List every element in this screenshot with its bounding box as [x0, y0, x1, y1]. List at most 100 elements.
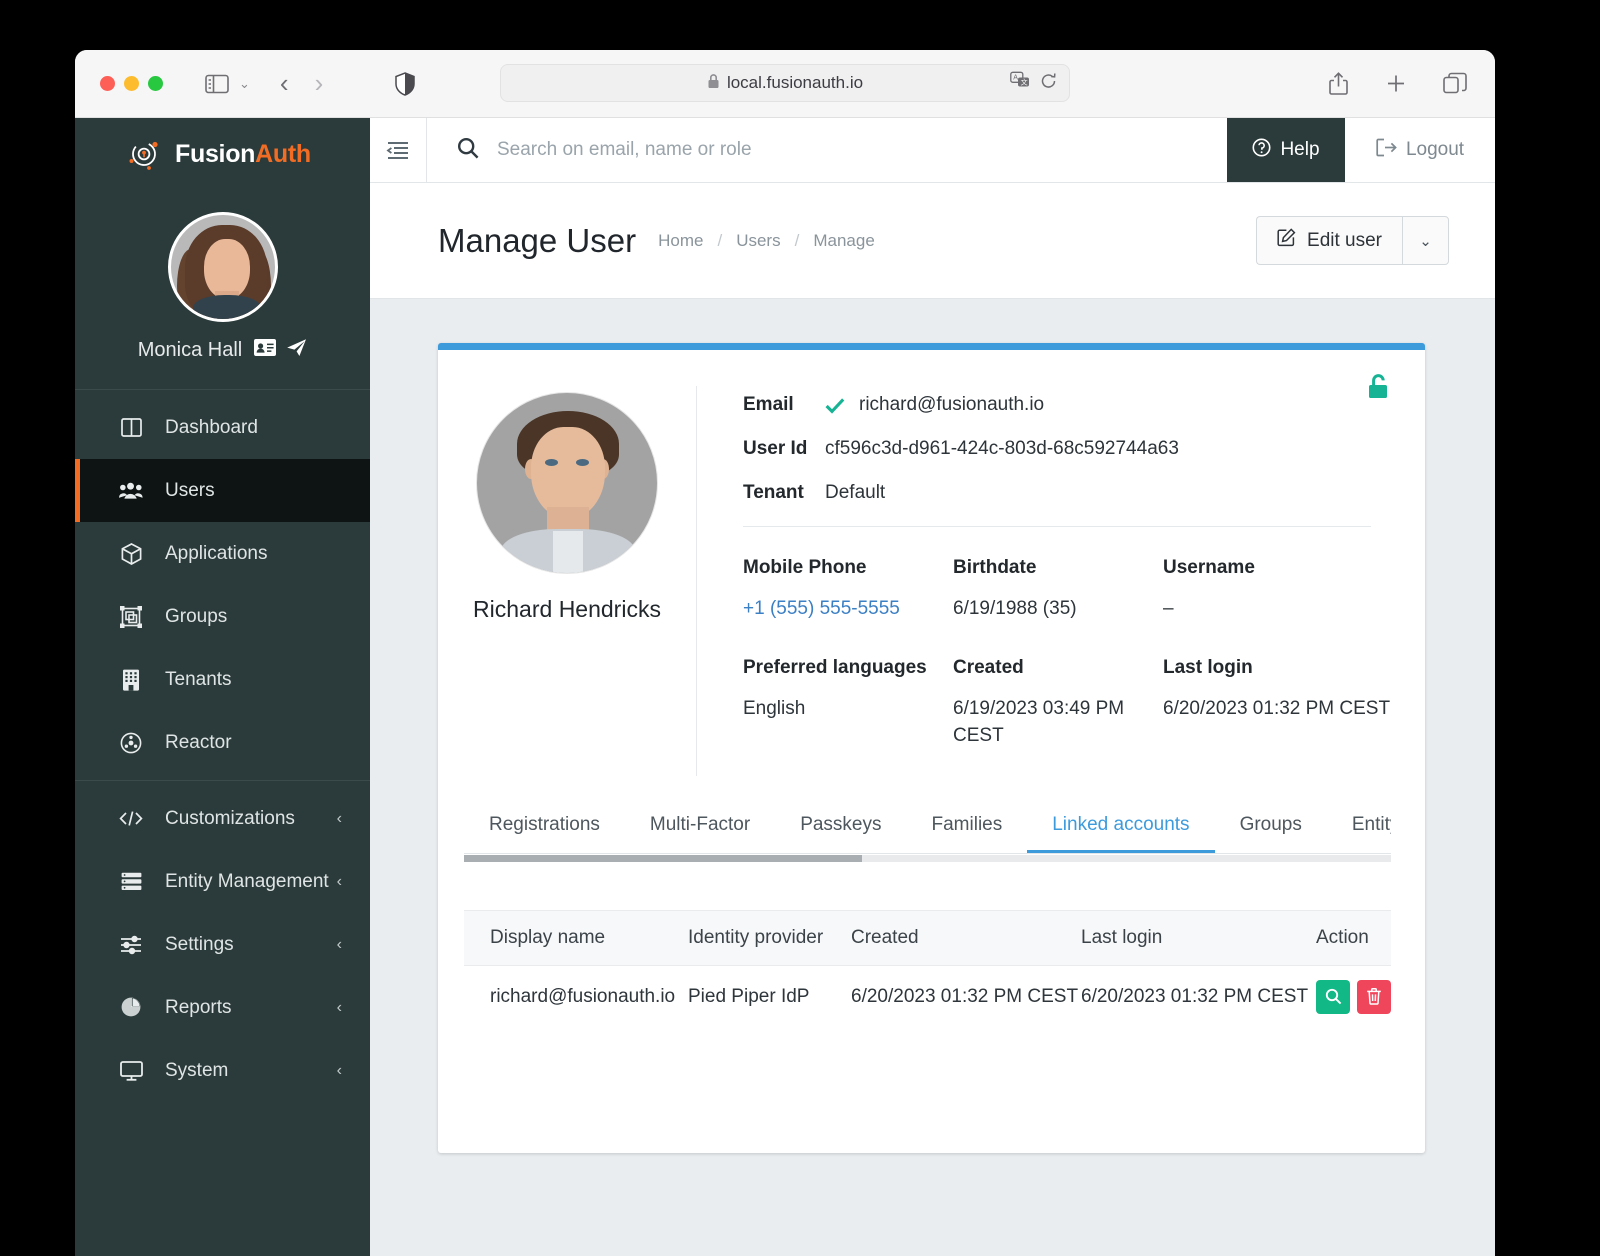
table-header-row: Display name Identity provider Created L… — [464, 909, 1391, 966]
applications-icon — [119, 542, 143, 565]
search-icon — [457, 137, 479, 164]
unlock-icon[interactable] — [1365, 372, 1391, 407]
reload-icon[interactable] — [1040, 72, 1057, 94]
email-value: richard@fusionauth.io — [859, 394, 1045, 415]
username-value: – — [1163, 598, 1174, 619]
tabs-scrollbar-thumb[interactable] — [464, 854, 862, 862]
breadcrumb-manage[interactable]: Manage — [813, 231, 874, 251]
sidebar-item-tenants[interactable]: Tenants — [75, 648, 370, 711]
sidebar-item-entity-management[interactable]: Entity Management ‹ — [75, 850, 370, 913]
shield-icon[interactable] — [395, 71, 415, 96]
close-window-button[interactable] — [100, 76, 115, 91]
fusionauth-logo-icon — [125, 135, 163, 173]
sidebar-toggle-icon[interactable] — [205, 74, 229, 94]
tabs-section: Registrations Multi-Factor Passkeys Fami… — [464, 814, 1391, 862]
breadcrumb-separator: / — [794, 230, 800, 250]
id-card-icon[interactable] — [254, 339, 277, 362]
breadcrumb-users[interactable]: Users — [736, 231, 780, 251]
cell-display-name: richard@fusionauth.io — [490, 985, 676, 1007]
collapse-sidebar-button[interactable] — [370, 118, 427, 182]
sidebar-item-label: Users — [165, 479, 215, 501]
svg-text:文: 文 — [1021, 78, 1028, 87]
tabs-scrollbar[interactable] — [464, 854, 1391, 862]
breadcrumb-home[interactable]: Home — [658, 231, 703, 251]
sidebar-item-label: Groups — [165, 605, 228, 627]
column-header-action: Action — [1316, 926, 1369, 948]
sidebar-item-applications[interactable]: Applications — [75, 522, 370, 585]
sidebar-item-system[interactable]: System ‹ — [75, 1039, 370, 1102]
pie-chart-icon — [119, 997, 143, 1018]
user-display-name: Richard Hendricks — [473, 596, 661, 622]
sidebar-item-users[interactable]: Users — [75, 459, 370, 522]
created-value: 6/19/2023 03:49 PM CEST — [953, 697, 1125, 747]
browser-window: ⌄ ‹ › local.fusionauth.io A 文 FusionAuth… — [75, 50, 1495, 1256]
tab-overview-icon[interactable] — [1443, 72, 1467, 95]
groups-icon — [119, 605, 143, 628]
tenant-label: Tenant — [743, 482, 804, 503]
user-photo-column: Richard Hendricks — [438, 386, 696, 776]
tab-linked-accounts[interactable]: Linked accounts — [1027, 814, 1215, 853]
user-secondary-fields: Mobile Phone Birthdate Username +1 (555)… — [743, 527, 1425, 776]
svg-text:A: A — [1013, 75, 1018, 82]
dashboard-icon — [119, 418, 143, 437]
delete-linked-account-button[interactable] — [1357, 979, 1391, 1014]
help-button[interactable]: Help — [1227, 118, 1345, 182]
sidebar-dropdown-icon[interactable]: ⌄ — [239, 76, 250, 92]
new-tab-icon[interactable] — [1385, 73, 1407, 95]
logout-button[interactable]: Logout — [1345, 118, 1495, 182]
address-bar[interactable]: local.fusionauth.io A 文 — [500, 64, 1070, 102]
tab-entity-grants[interactable]: Entity grants — [1327, 814, 1391, 853]
chevron-left-icon[interactable]: ‹ — [337, 999, 342, 1017]
translate-icon[interactable]: A 文 — [1010, 71, 1030, 95]
tab-passkeys[interactable]: Passkeys — [775, 814, 906, 853]
maximize-window-button[interactable] — [148, 76, 163, 91]
view-linked-account-button[interactable] — [1316, 979, 1350, 1014]
email-label: Email — [743, 394, 794, 415]
chevron-left-icon[interactable]: ‹ — [337, 1062, 342, 1080]
sidebar-item-reports[interactable]: Reports ‹ — [75, 976, 370, 1039]
sidebar-item-label: System — [165, 1059, 229, 1081]
sidebar-item-customizations[interactable]: Customizations ‹ — [75, 787, 370, 850]
tab-groups[interactable]: Groups — [1215, 814, 1327, 853]
sidebar-nav-secondary: Customizations ‹ Entity Management ‹ Set… — [75, 780, 370, 1108]
mobile-phone-value[interactable]: +1 (555) 555-5555 — [743, 595, 953, 649]
window-controls — [100, 76, 163, 91]
chevron-left-icon[interactable]: ‹ — [337, 936, 342, 954]
navigation-arrows: ‹ › — [280, 68, 323, 99]
tab-multi-factor[interactable]: Multi-Factor — [625, 814, 775, 853]
user-summary: Richard Hendricks Email richard@fusionau… — [438, 350, 1425, 776]
page-title: Manage User — [438, 221, 637, 259]
content-area: Richard Hendricks Email richard@fusionau… — [370, 299, 1495, 1256]
tenant-row: Tenant Default — [743, 482, 1425, 504]
field-label: Username — [1163, 557, 1255, 578]
minimize-window-button[interactable] — [124, 76, 139, 91]
brand-logo[interactable]: FusionAuth — [75, 118, 370, 190]
server-icon — [119, 872, 143, 892]
sidebar-item-reactor[interactable]: Reactor — [75, 711, 370, 774]
sidebar-item-settings[interactable]: Settings ‹ — [75, 913, 370, 976]
field-label: Preferred languages — [743, 656, 927, 678]
tab-families[interactable]: Families — [907, 814, 1028, 853]
search-bar[interactable] — [427, 118, 1227, 182]
forward-arrow-icon[interactable]: › — [315, 68, 324, 99]
sidebar-item-groups[interactable]: Groups — [75, 585, 370, 648]
share-icon[interactable] — [1328, 71, 1349, 96]
avatar[interactable] — [167, 212, 278, 322]
chevron-left-icon[interactable]: ‹ — [337, 810, 342, 828]
profile-name-text: Monica Hall — [137, 339, 243, 361]
browser-toolbar: ⌄ ‹ › local.fusionauth.io A 文 — [75, 50, 1495, 118]
send-icon[interactable] — [286, 338, 307, 363]
logout-label: Logout — [1405, 139, 1465, 160]
edit-user-button[interactable]: Edit user — [1256, 216, 1402, 265]
chevron-left-icon[interactable]: ‹ — [337, 873, 342, 891]
userid-label: User Id — [743, 438, 808, 459]
edit-user-dropdown-button[interactable]: ⌄ — [1402, 216, 1449, 265]
user-detail-card: Richard Hendricks Email richard@fusionau… — [438, 343, 1425, 1153]
tab-registrations[interactable]: Registrations — [464, 814, 625, 853]
back-arrow-icon[interactable]: ‹ — [280, 68, 289, 99]
column-header-last-login: Last login — [1081, 926, 1163, 948]
field-label: Birthdate — [953, 557, 1037, 578]
sidebar-nav-primary: Dashboard Users Applications Groups Tena… — [75, 389, 370, 780]
search-input[interactable] — [497, 139, 1190, 161]
sidebar-item-dashboard[interactable]: Dashboard — [75, 396, 370, 459]
